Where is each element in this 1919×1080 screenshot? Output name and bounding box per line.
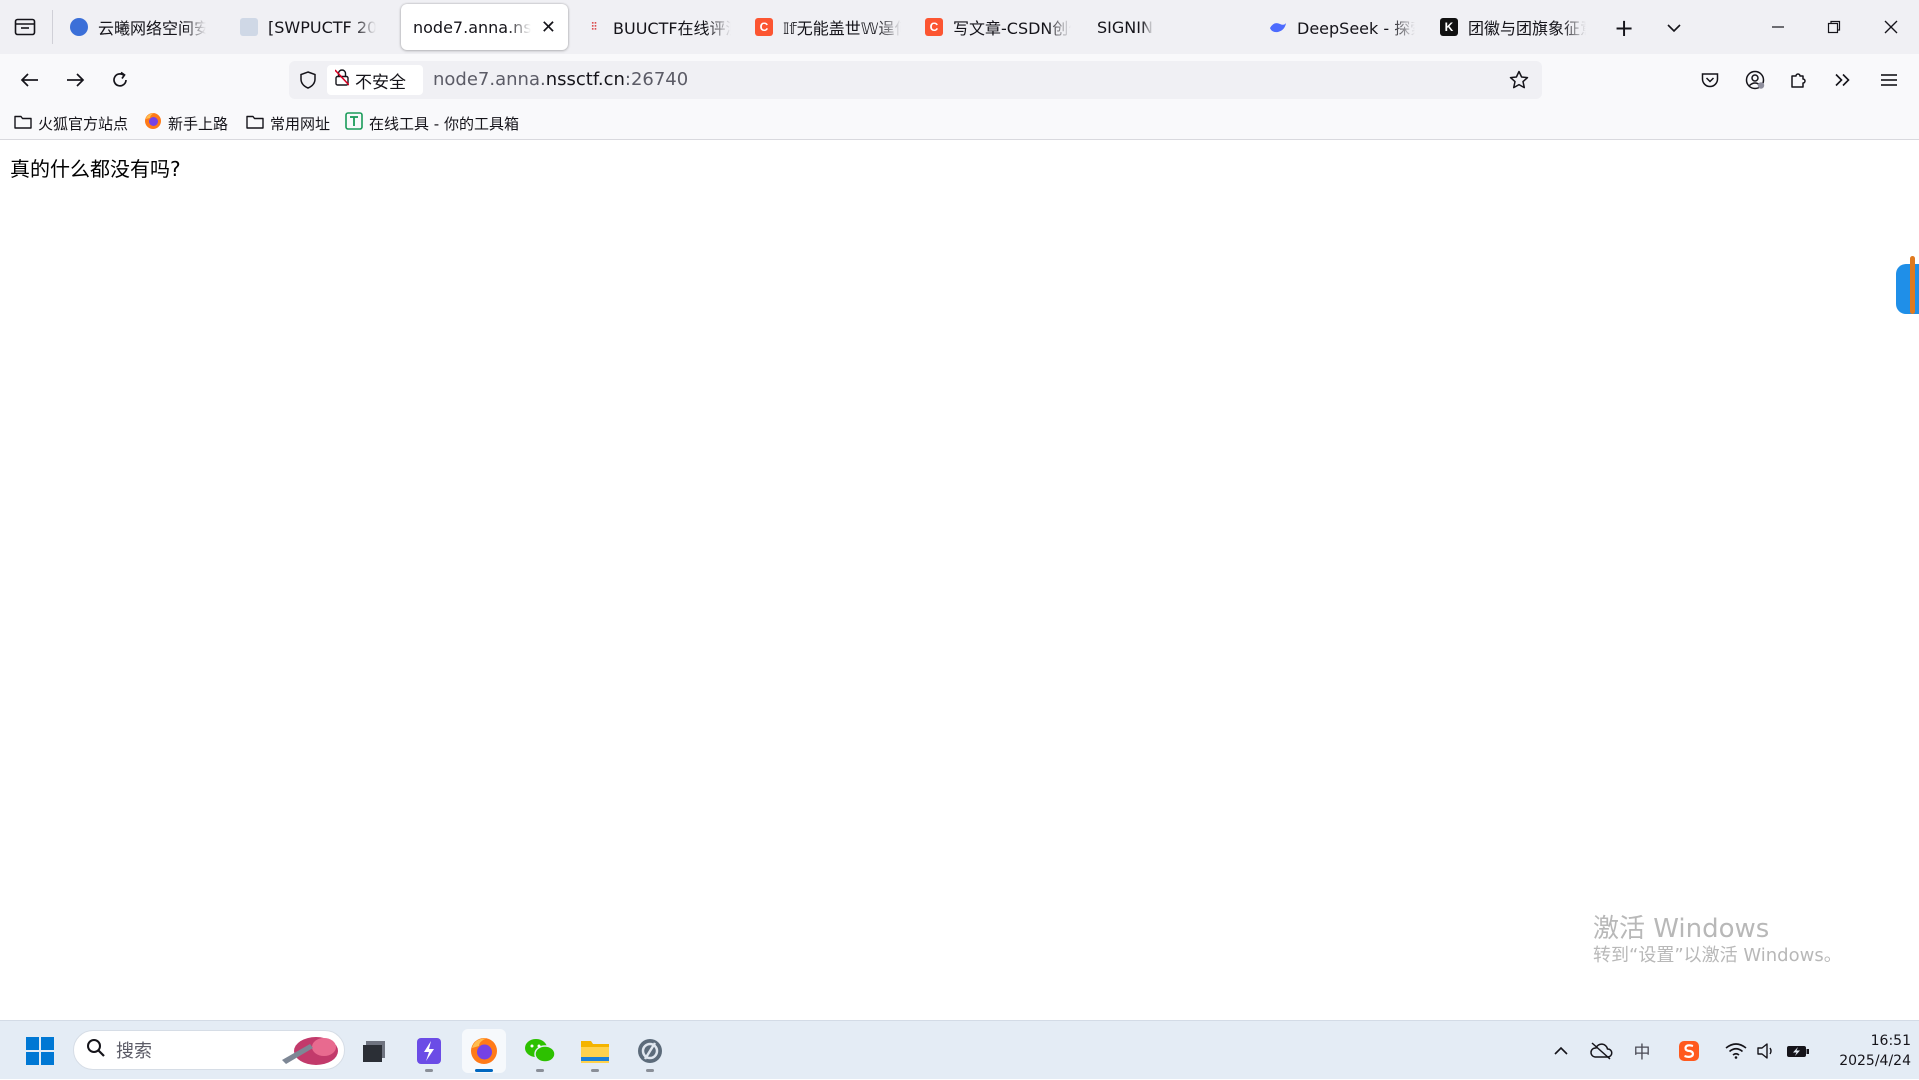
url-port: :26740 [624,69,689,90]
firefox-icon [144,112,162,134]
clock-time: 16:51 [1870,1033,1911,1049]
running-indicator [475,1069,493,1072]
overflow-chevrons-icon[interactable] [1827,66,1859,94]
running-indicator [646,1069,654,1072]
tab-csdn-write[interactable]: C 写文章-CSDN创作 [913,4,1083,50]
url-text[interactable]: node7.anna.nssctf.cn:26740 [433,61,688,99]
bookmark-firefox-official[interactable]: 火狐官方站点 [14,106,128,140]
bookmark-online-tools[interactable]: 在线工具 - 你的工具箱 [345,106,519,140]
firefox-view-icon[interactable] [10,14,40,40]
forward-arrow-icon[interactable] [59,66,91,94]
close-window-icon[interactable] [1863,0,1919,54]
page-content: 真的什么都没有吗? 激活 Windows 转到“设置”以激活 Windows。 [0,140,1919,1020]
account-icon[interactable] [1739,66,1771,94]
windows-activation-watermark: 激活 Windows 转到“设置”以激活 Windows。 [1593,914,1842,967]
running-indicator [425,1069,433,1072]
csdn-logo-icon: C [755,18,773,36]
tab-swpuctf[interactable]: [SWPUCTF 2022 [228,4,388,50]
tab-close-icon[interactable]: ✕ [541,17,556,38]
show-hidden-icons-chevron-up-icon[interactable] [1550,1021,1572,1080]
tab-signin[interactable]: SIGNIN [1085,4,1255,50]
search-placeholder: 搜索 [116,1041,152,1062]
hamburger-menu-icon[interactable] [1873,66,1905,94]
tab-csdn-blog[interactable]: C 𝕀𝕗无能盖世𝕎逞何 [743,4,913,50]
taskbar-search[interactable]: 搜索 [73,1030,345,1070]
minimize-icon[interactable] [1750,0,1806,54]
new-tab-plus-icon[interactable]: + [1606,14,1642,42]
taskbar-file-explorer-icon[interactable] [573,1029,617,1073]
bookmark-getting-started[interactable]: 新手上路 [144,106,228,140]
taskbar-app-purple-icon[interactable] [407,1029,451,1073]
csdn-logo-icon: C [925,18,943,36]
tab-yunxi[interactable]: 云曦网络空间安全 [58,4,218,50]
clock-date: 2025/4/24 [1839,1053,1911,1069]
windows-start-icon[interactable] [18,1029,62,1073]
bookmarks-toolbar: 火狐官方站点 新手上路 常用网址 在线工具 - 你的工具箱 [0,106,1919,140]
search-highlight-illustration-icon [276,1034,340,1069]
watermark-title: 激活 Windows [1593,914,1770,944]
wifi-icon[interactable] [1724,1021,1748,1080]
search-icon [86,1038,106,1063]
security-label: 不安全 [355,72,406,93]
tab-strip: 云曦网络空间安全 [SWPUCTF 2022 node7.anna.nssctf… [0,0,1919,54]
extensions-puzzle-icon[interactable] [1783,66,1815,94]
windows-taskbar: 搜索 中 16:51 2025/4/24 [0,1020,1919,1079]
task-view-icon[interactable] [352,1029,396,1073]
folder-icon [14,114,32,133]
url-bar[interactable]: 不安全 node7.anna.nssctf.cn:26740 [289,61,1542,99]
battery-charging-icon[interactable] [1784,1021,1812,1080]
globe-doc-icon [240,18,258,36]
restore-icon[interactable] [1806,0,1862,54]
navigation-toolbar: 不安全 node7.anna.nssctf.cn:26740 [0,54,1919,106]
reload-icon[interactable] [104,66,136,94]
bookmark-common-sites[interactable]: 常用网址 [246,106,330,140]
side-widget-handle [1910,256,1915,314]
folder-icon [246,114,264,133]
taskbar-firefox-icon[interactable] [462,1029,506,1073]
watermark-subtitle: 转到“设置”以激活 Windows。 [1593,945,1842,967]
url-prefix: node7.anna. [433,69,546,90]
url-host: nssctf.cn [545,69,625,90]
connection-not-secure-chip[interactable]: 不安全 [327,65,423,95]
side-widget-icon[interactable] [1896,256,1919,314]
cloud-logo-icon [70,18,88,36]
tab-node7-active[interactable]: node7.anna.nssctf ✕ [401,4,568,50]
tab-tuanhui[interactable]: K 团徽与团旗象征意 [1428,4,1598,50]
ime-indicator[interactable]: 中 [1628,1021,1656,1080]
taskbar-tool-app-icon[interactable] [628,1029,672,1073]
volume-icon[interactable] [1754,1021,1778,1080]
taskbar-wechat-icon[interactable] [518,1029,562,1073]
tab-deepseek[interactable]: DeepSeek - 探索 [1257,4,1427,50]
page-text: 真的什么都没有吗? [10,157,181,181]
pocket-icon[interactable] [1694,66,1726,94]
running-indicator [536,1069,544,1072]
sogou-input-icon[interactable] [1676,1021,1702,1080]
system-clock[interactable]: 16:51 2025/4/24 [1815,1031,1911,1071]
running-indicator [591,1069,599,1072]
buuctf-logo-icon: ⫶⫶ [591,20,597,33]
toolbox-logo-icon [345,112,363,134]
bookmark-star-icon[interactable] [1505,67,1533,93]
k-logo-icon: K [1440,18,1458,36]
broken-lock-icon [334,69,350,91]
list-tabs-chevron-down-icon[interactable] [1656,14,1692,42]
tab-strip-divider [52,10,53,44]
back-arrow-icon[interactable] [14,66,46,94]
deepseek-logo-icon [1269,18,1287,36]
onedrive-offline-icon[interactable] [1588,1021,1614,1080]
tab-buuctf[interactable]: ⫶⫶ BUUCTF在线评测 [573,4,743,50]
tracking-protection-shield-icon[interactable] [295,67,321,93]
